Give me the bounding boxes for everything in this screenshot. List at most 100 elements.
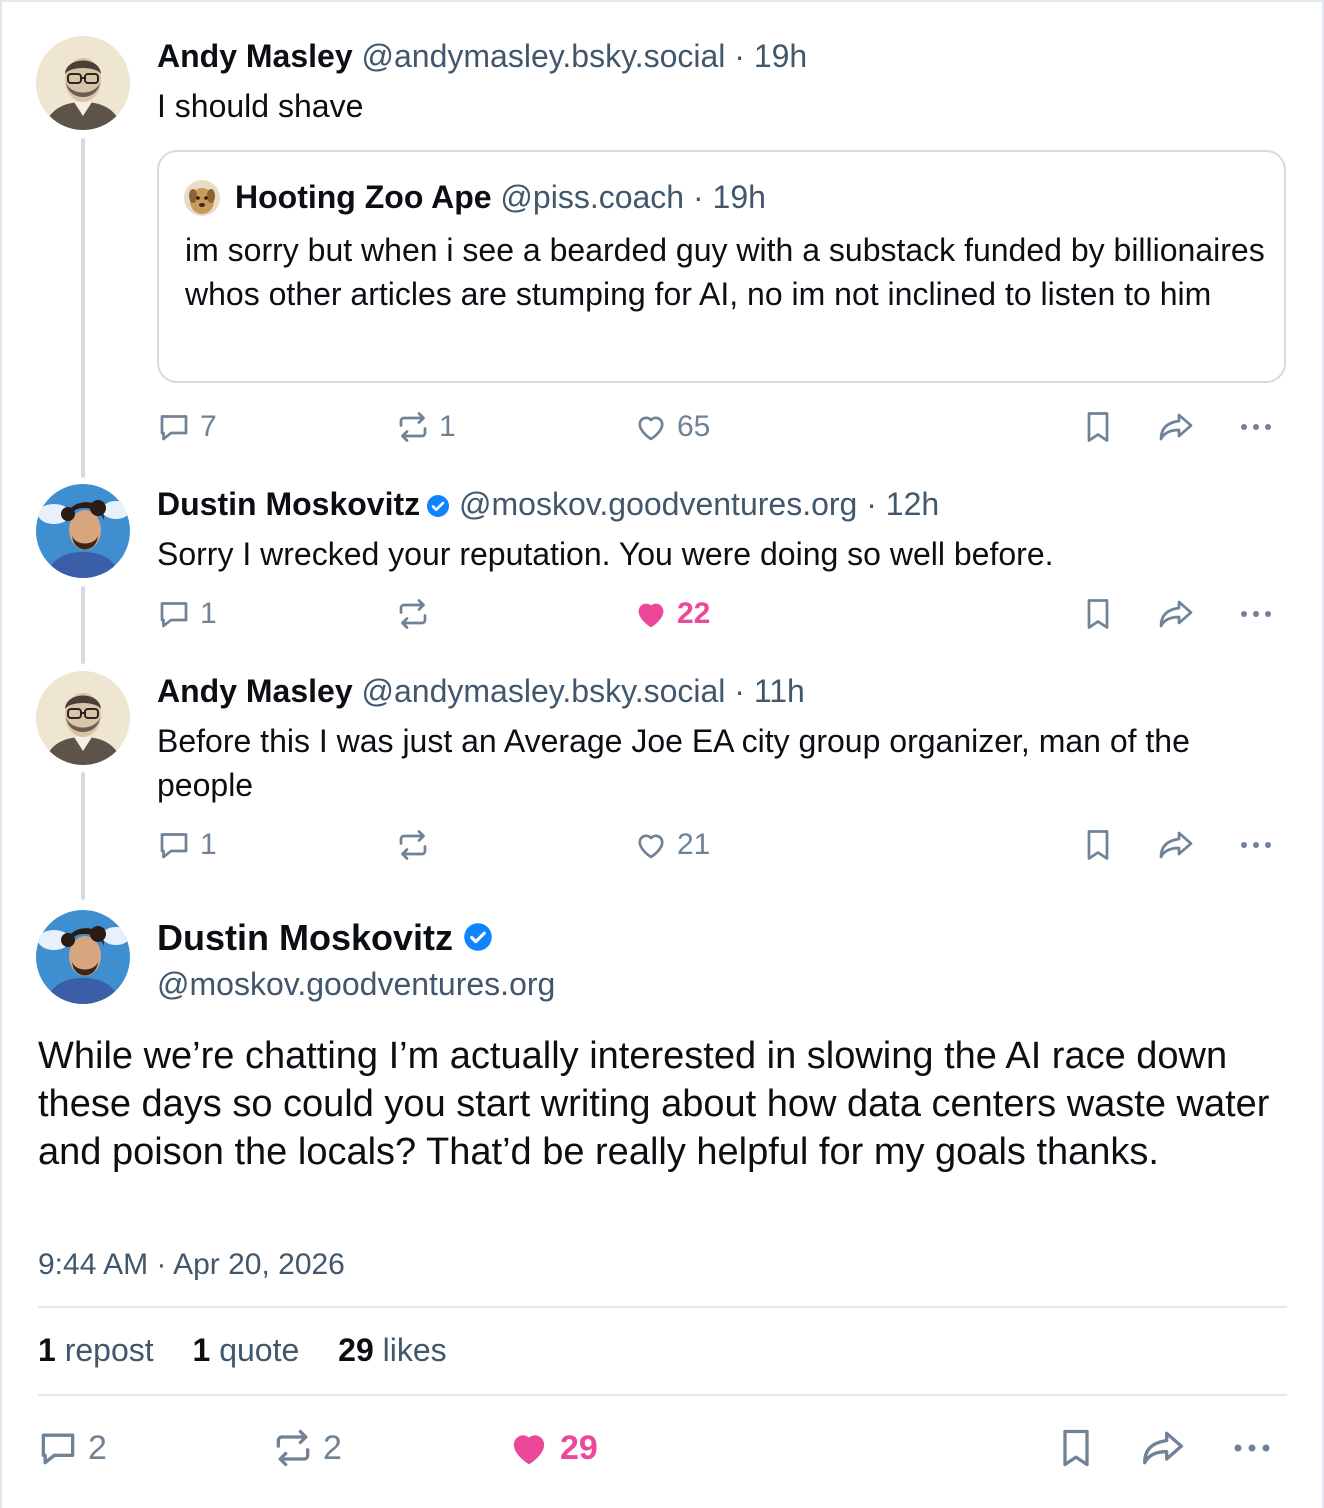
repost-count: 1 [439,410,456,443]
engagement-stats: 1 repost 1 quote 29 likes [38,1330,477,1370]
author-name[interactable]: Andy Masley [157,38,353,74]
repost-count: 2 [323,1428,342,1467]
like-count: 65 [677,410,711,443]
quote-header: Hooting Zoo Ape @piss.coach · 19h [235,177,766,217]
like-icon-filled [638,603,664,628]
reposts-stat-count: 1 [38,1332,56,1368]
avatar-dustin-image [36,484,130,578]
avatar-andy[interactable] [36,671,130,765]
author-name[interactable]: Andy Masley [157,673,353,709]
separator: · [734,673,745,709]
reposts-stat[interactable]: 1 repost [38,1332,154,1368]
post-header: Andy Masley @andymasley.bsky.social · 11… [157,671,805,711]
quote-time: 19h [712,179,766,215]
quotes-stat[interactable]: 1 quote [193,1332,300,1368]
avatar-hooting-zoo-ape-image [184,180,220,216]
likes-stat[interactable]: 29 likes [338,1332,447,1368]
more-button[interactable] [1236,827,1276,863]
separator: · [734,38,745,74]
post-time[interactable]: 11h [754,673,805,709]
verified-icon [464,923,492,951]
thread-line [81,138,85,478]
avatar-dustin[interactable] [36,484,130,578]
author-name[interactable]: Dustin Moskovitz [157,486,420,522]
share-icon [1143,1431,1183,1465]
bookmark-icon [1087,830,1109,860]
verified-icon [427,495,450,517]
reply-button[interactable]: 1 [156,596,217,632]
main-author: Dustin Moskovitz [157,916,493,960]
divider [38,1394,1287,1396]
post-header: Dustin Moskovitz @moskov.goodventures.or… [157,484,939,524]
main-post-timestamp: 9:44 AM · Apr 20, 2026 [38,1248,345,1281]
like-button[interactable]: 29 [506,1426,598,1470]
likes-stat-count: 29 [338,1332,374,1368]
more-icon [1241,424,1271,430]
post-header: Andy Masley @andymasley.bsky.social · 19… [157,36,807,76]
reply-count: 2 [88,1428,107,1467]
bookmark-button[interactable] [1080,409,1116,445]
author-handle[interactable]: @andymasley.bsky.social [362,673,726,709]
repost-icon [399,412,427,442]
avatar-dustin-image [36,910,130,1004]
share-icon [1159,413,1193,441]
quote-author-handle[interactable]: @piss.coach [500,179,684,215]
more-button[interactable] [1236,409,1276,445]
avatar-andy[interactable] [36,36,130,130]
bookmark-icon [1087,599,1109,629]
separator: · [692,179,704,215]
repost-icon [399,599,427,629]
main-author-name[interactable]: Dustin Moskovitz [157,917,453,958]
like-icon [638,416,664,441]
repost-icon [276,1429,310,1467]
reply-icon [41,1433,75,1465]
share-button[interactable] [1138,1426,1188,1470]
avatar-hooting-zoo-ape [184,180,220,216]
reply-count: 7 [200,410,217,443]
bookmark-button[interactable] [1080,827,1116,863]
reply-count: 1 [200,828,217,861]
reply-button[interactable]: 7 [156,409,217,445]
share-button[interactable] [1156,827,1196,863]
main-author-handle[interactable]: @moskov.goodventures.org [157,964,555,1004]
repost-button[interactable] [395,596,439,632]
author-handle[interactable]: @andymasley.bsky.social [362,38,726,74]
repost-button[interactable]: 1 [395,409,456,445]
share-icon [1159,831,1193,859]
reply-count: 1 [200,597,217,630]
reply-icon [160,602,188,628]
more-icon [1234,1444,1270,1452]
thread-line [81,772,85,900]
likes-stat-label: likes [382,1332,447,1368]
reply-button[interactable]: 2 [36,1426,107,1470]
bookmark-button[interactable] [1054,1426,1098,1470]
share-button[interactable] [1156,409,1196,445]
like-button[interactable]: 22 [633,596,710,632]
repost-icon [399,830,427,860]
reply-button[interactable]: 1 [156,827,217,863]
like-count: 21 [677,828,711,861]
author-handle[interactable]: @moskov.goodventures.org [459,486,857,522]
repost-button[interactable]: 2 [271,1426,342,1470]
post-time[interactable]: 19h [754,38,807,74]
divider [38,1306,1287,1308]
more-icon [1241,611,1271,617]
like-button[interactable]: 65 [633,409,710,445]
quote-author-name[interactable]: Hooting Zoo Ape [235,179,492,215]
like-button[interactable]: 21 [633,827,710,863]
avatar-andy-image [36,671,130,765]
reply-icon [160,415,188,441]
post-text: Before this I was just an Average Joe EA… [157,723,1190,803]
separator: · [866,486,877,522]
quote-post[interactable]: Hooting Zoo Ape @piss.coach · 19h im sor… [157,150,1286,383]
post-text: I should shave [157,88,364,124]
bookmark-button[interactable] [1080,596,1116,632]
repost-button[interactable] [395,827,439,863]
share-button[interactable] [1156,596,1196,632]
more-button[interactable] [1236,596,1276,632]
avatar-andy-image [36,36,130,130]
post-time[interactable]: 12h [886,486,939,522]
avatar-dustin[interactable] [36,910,130,1004]
more-icon [1241,842,1271,848]
more-button[interactable] [1228,1426,1276,1470]
